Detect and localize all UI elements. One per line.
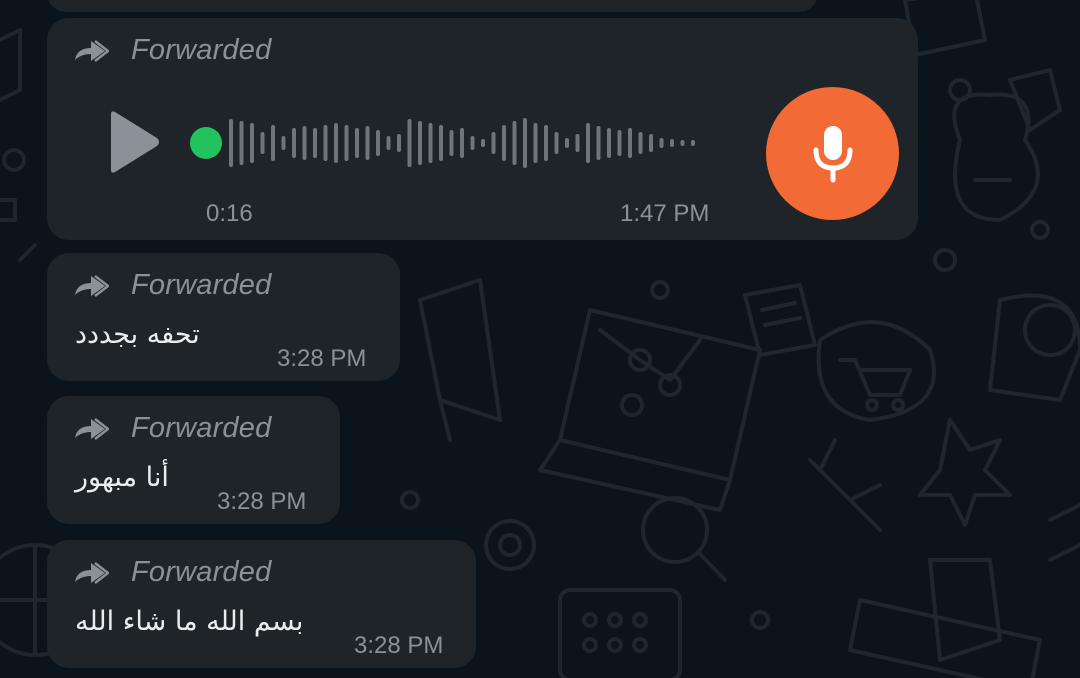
- forward-icon: [75, 562, 109, 584]
- waveform-bar: [491, 132, 496, 154]
- waveform-bar: [565, 138, 569, 148]
- message-time: 3:28 PM: [354, 632, 444, 659]
- waveform-bar: [313, 128, 317, 158]
- text-message-bubble[interactable]: Forwarded بسم الله ما شاء الله 3:28 PM: [47, 540, 476, 668]
- waveform-bar: [649, 134, 653, 152]
- waveform-bar: [334, 123, 338, 163]
- waveform-bar: [628, 128, 632, 158]
- microphone-icon: [813, 125, 852, 182]
- waveform-bar: [355, 128, 359, 158]
- previous-message-bubble: [47, 0, 818, 12]
- waveform-bar: [365, 126, 370, 160]
- waveform-bar: [229, 119, 233, 167]
- waveform-bar: [344, 125, 349, 161]
- voice-message-bubble[interactable]: Forwarded 0:16 1:47 PM: [47, 18, 918, 240]
- forwarded-indicator: Forwarded: [71, 30, 271, 70]
- waveform-bar: [439, 125, 443, 161]
- waveform-bar: [323, 125, 328, 161]
- text-message-bubble[interactable]: Forwarded أنا مبهور 3:28 PM: [47, 396, 340, 524]
- waveform-bar: [376, 130, 380, 156]
- waveform-bar: [502, 125, 506, 161]
- waveform-bar: [481, 139, 485, 147]
- message-text: تحفه بجددد: [75, 319, 200, 350]
- waveform-bar: [544, 125, 548, 161]
- waveform-bar: [596, 126, 601, 160]
- waveform-bar: [449, 130, 454, 156]
- message-text: بسم الله ما شاء الله: [75, 606, 304, 637]
- forwarded-indicator: Forwarded: [71, 408, 271, 448]
- forwarded-indicator: Forwarded: [71, 265, 271, 305]
- forwarded-label: Forwarded: [131, 555, 272, 588]
- waveform-bar: [523, 118, 527, 168]
- message-text: أنا مبهور: [75, 462, 169, 493]
- waveform-bar: [460, 128, 464, 158]
- microphone-button[interactable]: [766, 87, 899, 220]
- message-time: 3:28 PM: [217, 488, 307, 515]
- waveform-bar: [418, 121, 422, 165]
- waveform-bar: [386, 136, 391, 150]
- waveform-bar: [670, 139, 674, 147]
- waveform-bar: [659, 138, 664, 148]
- voice-duration: 0:16: [206, 200, 253, 227]
- waveform-bar: [617, 130, 622, 156]
- waveform-bar: [260, 132, 265, 154]
- waveform-bar: [281, 136, 286, 150]
- waveform-bar: [691, 140, 695, 146]
- waveform-bar: [533, 123, 538, 163]
- waveform-bar: [397, 134, 401, 152]
- waveform-bar: [512, 121, 517, 165]
- waveform-bar: [470, 136, 475, 150]
- forwarded-indicator: Forwarded: [71, 552, 271, 592]
- forward-icon: [75, 40, 109, 62]
- waveform-bar: [302, 126, 307, 160]
- waveform-bar: [428, 123, 433, 163]
- waveform-bar: [554, 132, 559, 154]
- waveform-bar: [575, 134, 580, 152]
- forwarded-label: Forwarded: [131, 33, 272, 66]
- waveform-bar: [638, 132, 643, 154]
- waveform-bar: [292, 128, 296, 158]
- waveform-bar: [250, 123, 254, 163]
- waveform-bar: [407, 119, 412, 167]
- text-message-bubble[interactable]: Forwarded تحفه بجددد 3:28 PM: [47, 253, 400, 381]
- waveform-bar: [680, 140, 685, 146]
- forwarded-label: Forwarded: [131, 268, 272, 301]
- voice-waveform[interactable]: [187, 108, 717, 178]
- forward-icon: [75, 418, 109, 440]
- play-icon[interactable]: [105, 110, 161, 174]
- message-time: 1:47 PM: [620, 200, 710, 227]
- forwarded-label: Forwarded: [131, 411, 272, 444]
- waveform-bar: [271, 125, 275, 161]
- voice-progress-dot: [190, 127, 222, 159]
- waveform-bar: [607, 128, 611, 158]
- waveform-bar: [239, 121, 244, 165]
- waveform-bar: [586, 123, 590, 163]
- message-time: 3:28 PM: [277, 345, 367, 372]
- forward-icon: [75, 275, 109, 297]
